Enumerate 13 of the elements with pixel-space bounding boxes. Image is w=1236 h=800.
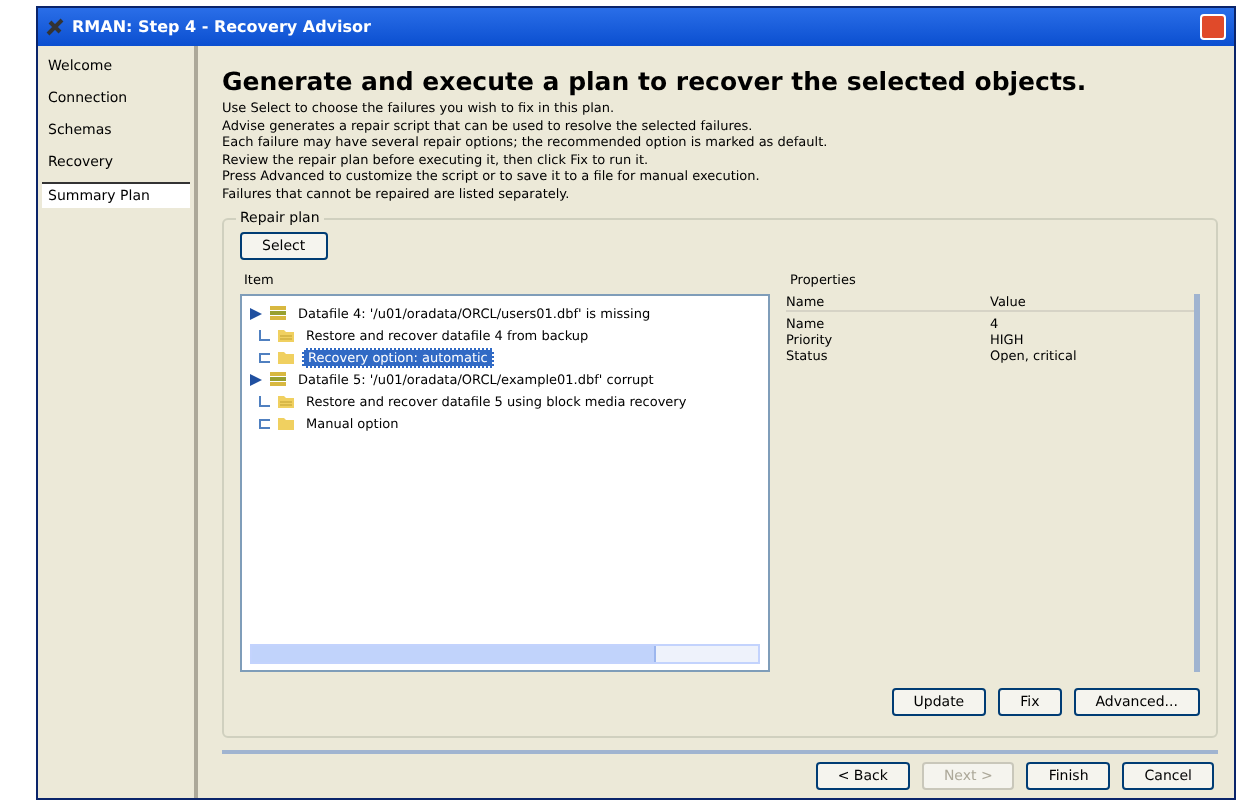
expand-icon[interactable]	[250, 373, 262, 385]
window-title: RMAN: Step 4 - Recovery Advisor	[72, 18, 373, 36]
page-heading: Generate and execute a plan to recover the selected objects.	[222, 66, 1089, 96]
folder-icon	[278, 350, 294, 364]
stack-icon	[270, 372, 286, 386]
folder-icon	[278, 394, 294, 408]
folder-icon	[278, 416, 294, 430]
folder-icon	[278, 328, 294, 342]
expand-icon[interactable]	[250, 307, 262, 319]
close-button[interactable]	[1200, 14, 1226, 40]
app-icon	[46, 18, 64, 36]
stack-icon	[270, 306, 286, 320]
scrollbar[interactable]	[250, 644, 760, 664]
